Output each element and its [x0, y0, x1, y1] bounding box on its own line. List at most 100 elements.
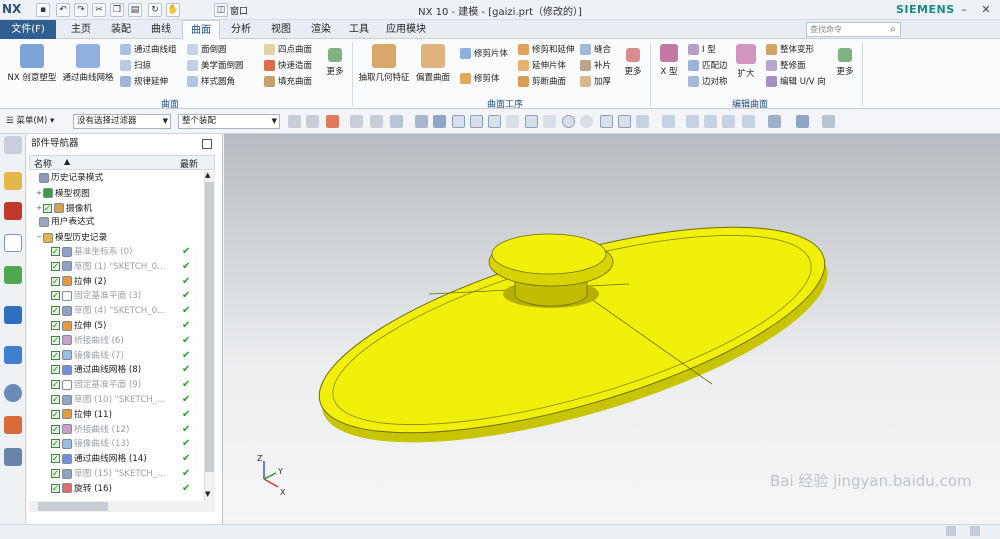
full-screen-icon[interactable] — [970, 526, 980, 536]
menu-button[interactable]: ☰ 菜单(M) ▾ — [6, 114, 62, 129]
trim-sheet-button[interactable]: 修剪片体 — [460, 47, 508, 62]
feature-checkbox[interactable] — [51, 289, 60, 304]
navigator-row[interactable]: 草图 (4) "SKETCH_0... — [29, 304, 203, 319]
snap-midpoint-icon[interactable] — [488, 115, 501, 128]
show-hide-icon[interactable] — [822, 115, 835, 128]
select-point-icon[interactable] — [326, 115, 339, 128]
four-point-surface-button[interactable]: 四点曲面 — [264, 43, 312, 58]
feature-checkbox[interactable] — [51, 260, 60, 275]
reuse-library-icon[interactable] — [4, 266, 22, 284]
tab-assembly[interactable]: 装配 — [102, 20, 140, 39]
clock-icon[interactable] — [4, 384, 22, 402]
minimize-icon[interactable]: – — [954, 2, 974, 18]
global-shaping-button[interactable]: 整体变形 — [766, 43, 814, 58]
snap-existing-point-icon[interactable] — [600, 115, 613, 128]
edge-symmetry-button[interactable]: 边对称 — [688, 75, 728, 90]
tab-home[interactable]: 主页 — [62, 20, 100, 39]
edit-uv-direction-button[interactable]: 编辑 U/V 向 — [766, 75, 826, 90]
snap-intersection-icon[interactable] — [543, 115, 556, 128]
column-name[interactable]: 名称 — [34, 157, 52, 170]
tab-tools[interactable]: 工具 — [340, 20, 378, 39]
render-style-icon[interactable] — [768, 115, 781, 128]
navigator-row[interactable]: 镜像曲线 (7) — [29, 349, 203, 363]
history-palette-icon[interactable] — [4, 346, 22, 364]
feature-checkbox[interactable] — [51, 334, 60, 349]
feature-checkbox[interactable] — [51, 452, 60, 467]
snap-on-face-icon[interactable] — [636, 115, 649, 128]
face-blend-button[interactable]: 面倒圆 — [187, 43, 227, 58]
snap-endpoint-icon[interactable] — [470, 115, 483, 128]
patch-button[interactable]: 补片 — [580, 59, 611, 74]
navigator-row[interactable]: − 模型历史记录 — [29, 230, 203, 245]
model-viewport[interactable]: Z Y X — [224, 134, 1000, 524]
snap-on-curve-icon[interactable] — [618, 115, 631, 128]
select-solid-icon[interactable] — [433, 115, 446, 128]
offset-surface-button[interactable]: 偏置曲面 — [412, 44, 454, 83]
extend-sheet-button[interactable]: 延伸片体 — [518, 59, 566, 74]
select-feature-icon[interactable] — [288, 115, 301, 128]
navigator-row[interactable]: 草图 (1) "SKETCH_0... — [29, 260, 203, 275]
expand-toggle-icon[interactable]: − — [35, 230, 43, 245]
through-curve-mesh-button[interactable]: 通过曲线网格 — [60, 44, 116, 83]
styled-blend-button[interactable]: 样式圆角 — [187, 75, 235, 90]
snap-tangent-icon[interactable] — [525, 115, 538, 128]
feature-checkbox[interactable] — [51, 378, 60, 393]
tab-analysis[interactable]: 分析 — [222, 20, 260, 39]
refit-face-button[interactable]: 整修面 — [766, 59, 806, 74]
select-faces-icon[interactable] — [415, 115, 428, 128]
process-studio-icon[interactable] — [4, 448, 22, 466]
column-latest[interactable]: 最新 — [180, 157, 198, 170]
navigator-row[interactable]: + 模型视图 — [29, 186, 203, 201]
trim-body-button[interactable]: 修剪体 — [460, 72, 500, 87]
navigator-row[interactable]: 镜像曲线 (13) — [29, 437, 203, 452]
deselect-icon[interactable] — [370, 115, 383, 128]
constraint-navigator-icon[interactable] — [4, 202, 22, 220]
zoom-icon[interactable] — [686, 115, 699, 128]
web-browser-icon[interactable] — [4, 306, 22, 324]
navigator-row[interactable]: 旋转 (16) — [29, 482, 203, 497]
select-body-icon[interactable] — [306, 115, 319, 128]
pan-view-icon[interactable] — [722, 115, 735, 128]
navigator-row[interactable]: 拉伸 (11) — [29, 408, 203, 423]
part-navigator-icon[interactable] — [4, 234, 22, 252]
enlarge-button[interactable]: 扩大 — [730, 44, 762, 79]
feature-checkbox[interactable] — [43, 202, 52, 215]
feature-checkbox[interactable] — [51, 393, 60, 408]
snap-grid-icon[interactable] — [452, 115, 465, 128]
navigator-row[interactable]: 历史记录模式 — [29, 171, 203, 186]
navigator-row[interactable]: 草图 (15) "SKETCH_... — [29, 467, 203, 482]
tab-render[interactable]: 渲染 — [302, 20, 340, 39]
extract-geometry-button[interactable]: 抽取几何特征 — [356, 44, 412, 83]
snap-quadrant-icon[interactable] — [580, 115, 593, 128]
x-form-button[interactable]: X 型 — [654, 44, 684, 77]
selection-filter-select[interactable]: 没有选择过滤器 ▼ — [73, 114, 171, 129]
expand-toggle-icon[interactable]: + — [35, 186, 43, 201]
scroll-up-icon[interactable]: ▲ — [205, 171, 210, 179]
box-select-icon[interactable] — [390, 115, 403, 128]
tab-application[interactable]: 应用模块 — [378, 20, 434, 39]
general-select-icon[interactable] — [350, 115, 363, 128]
navigator-row[interactable]: + 摄像机 — [29, 201, 203, 216]
rapid-surfacing-button[interactable]: 快速造面 — [264, 59, 312, 74]
feature-checkbox[interactable] — [51, 437, 60, 452]
law-extension-button[interactable]: 规律延伸 — [120, 75, 168, 90]
navigator-row[interactable]: 桥接曲线 (12) — [29, 423, 203, 437]
navigator-row[interactable]: 通过曲线网格 (8) — [29, 363, 203, 378]
aesthetic-face-blend-button[interactable]: 美学面倒圆 — [187, 59, 244, 74]
match-edge-button[interactable]: 匹配边 — [688, 59, 728, 74]
fit-view-icon[interactable] — [662, 115, 675, 128]
fill-surface-button[interactable]: 填充曲面 — [264, 75, 312, 90]
feature-checkbox[interactable] — [51, 363, 60, 378]
feature-checkbox[interactable] — [51, 423, 60, 437]
thicken-button[interactable]: 加厚 — [580, 75, 611, 90]
feature-checkbox[interactable] — [51, 319, 60, 334]
system-materials-icon[interactable] — [4, 416, 22, 434]
navigator-row[interactable]: 固定基准平面 (3) — [29, 289, 203, 304]
tab-curve[interactable]: 曲线 — [142, 20, 180, 39]
navigator-row[interactable]: 拉伸 (2) — [29, 275, 203, 289]
feature-checkbox[interactable] — [51, 482, 60, 497]
navigator-row[interactable]: 用户表达式 — [29, 215, 203, 230]
assembly-navigator-icon[interactable] — [4, 172, 22, 190]
sweep-button[interactable]: 扫掠 — [120, 59, 151, 74]
feature-checkbox[interactable] — [51, 408, 60, 423]
